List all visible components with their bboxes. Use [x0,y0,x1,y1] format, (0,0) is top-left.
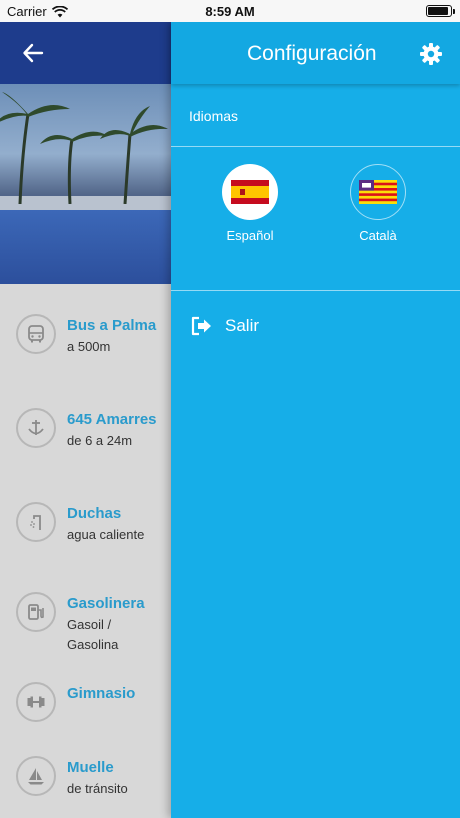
divider [171,290,460,291]
balearic-flag-icon [359,180,397,204]
status-time: 8:59 AM [205,4,255,19]
language-option-spanish[interactable]: Español [195,164,305,243]
drawer-header: Configuración [171,22,460,84]
logout-icon [191,316,211,336]
feature-title: Muelle [67,759,114,776]
back-arrow-icon[interactable] [22,42,44,64]
flag-balearic-button[interactable] [350,164,406,220]
logout-label: Salir [225,316,260,335]
palm-trees-image [0,92,168,204]
feature-gym: Gimnasio [16,682,157,722]
feature-transit-dock: Muelle de tránsito [16,756,157,799]
flag-spain-button[interactable] [222,164,278,220]
feature-showers: Duchas agua caliente [16,502,157,545]
status-bar: Carrier 8:59 AM [0,0,460,22]
fuel-pump-icon [16,592,56,632]
language-option-catalan[interactable]: Català [323,164,433,243]
bus-icon [16,314,56,354]
languages-label: Idiomas [189,108,239,124]
feature-title: Bus a Palma [67,317,157,334]
dumbbell-icon [16,682,56,722]
spain-flag-icon [231,180,269,204]
feature-gas-station: Gasolinera Gasoil / Gasolina [16,592,157,655]
feature-subtitle: a 500m [67,339,111,354]
language-name: Català [359,228,397,243]
feature-subtitle: agua caliente [67,527,145,542]
logout-button[interactable]: Salir [191,316,259,336]
feature-subtitle: Gasoil / Gasolina [67,617,119,652]
divider [171,146,460,147]
battery-icon [426,5,455,17]
settings-drawer: Configuración Idiomas Español Català Sal… [171,22,460,818]
drawer-title: Configuración [247,42,377,65]
sailboat-icon [16,756,56,796]
feature-subtitle: de tránsito [67,781,128,796]
feature-title: Gimnasio [67,685,136,702]
gear-icon[interactable] [419,42,443,66]
feature-bus: Bus a Palma a 500m [16,314,157,357]
language-name: Español [226,228,274,243]
feature-title: 645 Amarres [67,411,157,428]
feature-title: Gasolinera [67,595,145,612]
shower-icon [16,502,56,542]
feature-subtitle: de 6 a 24m [67,433,133,448]
feature-title: Duchas [67,505,122,522]
feature-moorings: 645 Amarres de 6 a 24m [16,408,157,451]
anchor-icon [16,408,56,448]
